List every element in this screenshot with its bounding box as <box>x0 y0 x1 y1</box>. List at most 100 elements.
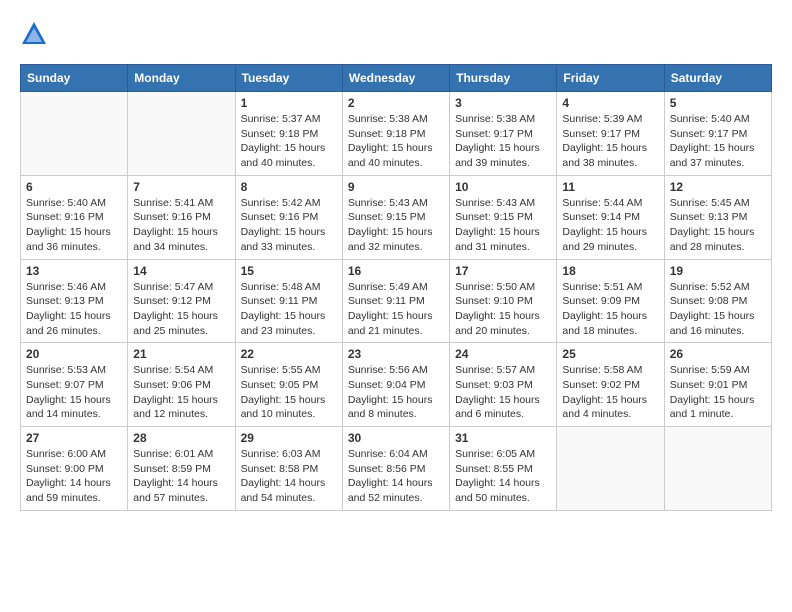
calendar-week-row: 20 Sunrise: 5:53 AM Sunset: 9:07 PM Dayli… <box>21 343 772 427</box>
calendar-day-cell: 27 Sunrise: 6:00 AM Sunset: 9:00 PM Dayli… <box>21 427 128 511</box>
day-number: 24 <box>455 347 551 361</box>
day-of-week-header: Thursday <box>450 65 557 92</box>
day-number: 20 <box>26 347 122 361</box>
calendar-day-cell: 21 Sunrise: 5:54 AM Sunset: 9:06 PM Dayli… <box>128 343 235 427</box>
day-info: Sunrise: 5:42 AM Sunset: 9:16 PM Dayligh… <box>241 196 337 255</box>
day-of-week-header: Tuesday <box>235 65 342 92</box>
calendar-day-cell <box>21 92 128 176</box>
day-number: 12 <box>670 180 766 194</box>
calendar-day-cell: 17 Sunrise: 5:50 AM Sunset: 9:10 PM Dayli… <box>450 259 557 343</box>
day-info: Sunrise: 5:52 AM Sunset: 9:08 PM Dayligh… <box>670 280 766 339</box>
day-number: 13 <box>26 264 122 278</box>
day-info: Sunrise: 6:04 AM Sunset: 8:56 PM Dayligh… <box>348 447 444 506</box>
calendar-week-row: 13Sunrise: 5:46 AM Sunset: 9:13 PM Dayli… <box>21 259 772 343</box>
day-info: Sunrise: 5:50 AM Sunset: 9:10 PM Dayligh… <box>455 280 551 339</box>
day-number: 15 <box>241 264 337 278</box>
logo <box>20 20 52 48</box>
calendar-day-cell: 31 Sunrise: 6:05 AM Sunset: 8:55 PM Dayli… <box>450 427 557 511</box>
day-info: Sunrise: 5:40 AM Sunset: 9:16 PM Dayligh… <box>26 196 122 255</box>
day-number: 29 <box>241 431 337 445</box>
day-number: 16 <box>348 264 444 278</box>
calendar-week-row: 27 Sunrise: 6:00 AM Sunset: 9:00 PM Dayli… <box>21 427 772 511</box>
day-number: 27 <box>26 431 122 445</box>
day-info: Sunrise: 5:53 AM Sunset: 9:07 PM Dayligh… <box>26 363 122 422</box>
day-info: Sunrise: 5:47 AM Sunset: 9:12 PM Dayligh… <box>133 280 229 339</box>
day-info: Sunrise: 5:56 AM Sunset: 9:04 PM Dayligh… <box>348 363 444 422</box>
calendar-day-cell: 6Sunrise: 5:40 AM Sunset: 9:16 PM Daylig… <box>21 175 128 259</box>
day-number: 17 <box>455 264 551 278</box>
day-info: Sunrise: 5:49 AM Sunset: 9:11 PM Dayligh… <box>348 280 444 339</box>
calendar-day-cell: 16 Sunrise: 5:49 AM Sunset: 9:11 PM Dayli… <box>342 259 449 343</box>
calendar-day-cell: 13Sunrise: 5:46 AM Sunset: 9:13 PM Dayli… <box>21 259 128 343</box>
day-number: 5 <box>670 96 766 110</box>
calendar-week-row: 1Sunrise: 5:37 AM Sunset: 9:18 PM Daylig… <box>21 92 772 176</box>
calendar-day-cell <box>557 427 664 511</box>
day-number: 8 <box>241 180 337 194</box>
day-number: 26 <box>670 347 766 361</box>
day-number: 9 <box>348 180 444 194</box>
calendar-week-row: 6Sunrise: 5:40 AM Sunset: 9:16 PM Daylig… <box>21 175 772 259</box>
day-number: 22 <box>241 347 337 361</box>
day-info: Sunrise: 6:03 AM Sunset: 8:58 PM Dayligh… <box>241 447 337 506</box>
day-info: Sunrise: 5:55 AM Sunset: 9:05 PM Dayligh… <box>241 363 337 422</box>
calendar-day-cell: 23Sunrise: 5:56 AM Sunset: 9:04 PM Dayli… <box>342 343 449 427</box>
calendar-day-cell: 29 Sunrise: 6:03 AM Sunset: 8:58 PM Dayli… <box>235 427 342 511</box>
calendar-day-cell: 1Sunrise: 5:37 AM Sunset: 9:18 PM Daylig… <box>235 92 342 176</box>
calendar-day-cell: 26 Sunrise: 5:59 AM Sunset: 9:01 PM Dayli… <box>664 343 771 427</box>
calendar-day-cell: 20 Sunrise: 5:53 AM Sunset: 9:07 PM Dayli… <box>21 343 128 427</box>
day-number: 10 <box>455 180 551 194</box>
calendar-day-cell: 14Sunrise: 5:47 AM Sunset: 9:12 PM Dayli… <box>128 259 235 343</box>
calendar-day-cell <box>128 92 235 176</box>
day-info: Sunrise: 6:05 AM Sunset: 8:55 PM Dayligh… <box>455 447 551 506</box>
calendar-day-cell: 18 Sunrise: 5:51 AM Sunset: 9:09 PM Dayli… <box>557 259 664 343</box>
day-number: 31 <box>455 431 551 445</box>
day-info: Sunrise: 5:45 AM Sunset: 9:13 PM Dayligh… <box>670 196 766 255</box>
calendar-day-cell: 7 Sunrise: 5:41 AM Sunset: 9:16 PM Daylig… <box>128 175 235 259</box>
day-number: 3 <box>455 96 551 110</box>
calendar-day-cell: 10 Sunrise: 5:43 AM Sunset: 9:15 PM Dayli… <box>450 175 557 259</box>
day-number: 19 <box>670 264 766 278</box>
day-of-week-header: Wednesday <box>342 65 449 92</box>
day-number: 7 <box>133 180 229 194</box>
day-number: 25 <box>562 347 658 361</box>
page-header <box>20 20 772 48</box>
calendar-day-cell: 15 Sunrise: 5:48 AM Sunset: 9:11 PM Dayli… <box>235 259 342 343</box>
calendar-day-cell: 12 Sunrise: 5:45 AM Sunset: 9:13 PM Dayli… <box>664 175 771 259</box>
day-number: 28 <box>133 431 229 445</box>
day-info: Sunrise: 5:57 AM Sunset: 9:03 PM Dayligh… <box>455 363 551 422</box>
day-info: Sunrise: 5:54 AM Sunset: 9:06 PM Dayligh… <box>133 363 229 422</box>
calendar-day-cell: 28 Sunrise: 6:01 AM Sunset: 8:59 PM Dayli… <box>128 427 235 511</box>
day-number: 11 <box>562 180 658 194</box>
day-number: 18 <box>562 264 658 278</box>
day-info: Sunrise: 5:41 AM Sunset: 9:16 PM Dayligh… <box>133 196 229 255</box>
day-info: Sunrise: 5:44 AM Sunset: 9:14 PM Dayligh… <box>562 196 658 255</box>
day-number: 1 <box>241 96 337 110</box>
day-info: Sunrise: 5:58 AM Sunset: 9:02 PM Dayligh… <box>562 363 658 422</box>
calendar-day-cell: 19 Sunrise: 5:52 AM Sunset: 9:08 PM Dayli… <box>664 259 771 343</box>
day-info: Sunrise: 5:48 AM Sunset: 9:11 PM Dayligh… <box>241 280 337 339</box>
day-number: 21 <box>133 347 229 361</box>
calendar-day-cell: 4Sunrise: 5:39 AM Sunset: 9:17 PM Daylig… <box>557 92 664 176</box>
day-info: Sunrise: 6:01 AM Sunset: 8:59 PM Dayligh… <box>133 447 229 506</box>
day-of-week-header: Friday <box>557 65 664 92</box>
day-info: Sunrise: 5:59 AM Sunset: 9:01 PM Dayligh… <box>670 363 766 422</box>
calendar-day-cell: 5Sunrise: 5:40 AM Sunset: 9:17 PM Daylig… <box>664 92 771 176</box>
day-info: Sunrise: 6:00 AM Sunset: 9:00 PM Dayligh… <box>26 447 122 506</box>
logo-icon <box>20 20 48 48</box>
calendar-day-cell: 3Sunrise: 5:38 AM Sunset: 9:17 PM Daylig… <box>450 92 557 176</box>
calendar-day-cell <box>664 427 771 511</box>
day-info: Sunrise: 5:43 AM Sunset: 9:15 PM Dayligh… <box>455 196 551 255</box>
calendar-day-cell: 11 Sunrise: 5:44 AM Sunset: 9:14 PM Dayli… <box>557 175 664 259</box>
day-number: 4 <box>562 96 658 110</box>
calendar-day-cell: 30 Sunrise: 6:04 AM Sunset: 8:56 PM Dayli… <box>342 427 449 511</box>
calendar-day-cell: 22 Sunrise: 5:55 AM Sunset: 9:05 PM Dayli… <box>235 343 342 427</box>
day-number: 2 <box>348 96 444 110</box>
calendar-day-cell: 2 Sunrise: 5:38 AM Sunset: 9:18 PM Daylig… <box>342 92 449 176</box>
calendar-day-cell: 8 Sunrise: 5:42 AM Sunset: 9:16 PM Daylig… <box>235 175 342 259</box>
day-number: 30 <box>348 431 444 445</box>
day-info: Sunrise: 5:38 AM Sunset: 9:18 PM Dayligh… <box>348 112 444 171</box>
calendar: SundayMondayTuesdayWednesdayThursdayFrid… <box>20 64 772 511</box>
day-info: Sunrise: 5:51 AM Sunset: 9:09 PM Dayligh… <box>562 280 658 339</box>
day-of-week-header: Sunday <box>21 65 128 92</box>
calendar-day-cell: 25 Sunrise: 5:58 AM Sunset: 9:02 PM Dayli… <box>557 343 664 427</box>
